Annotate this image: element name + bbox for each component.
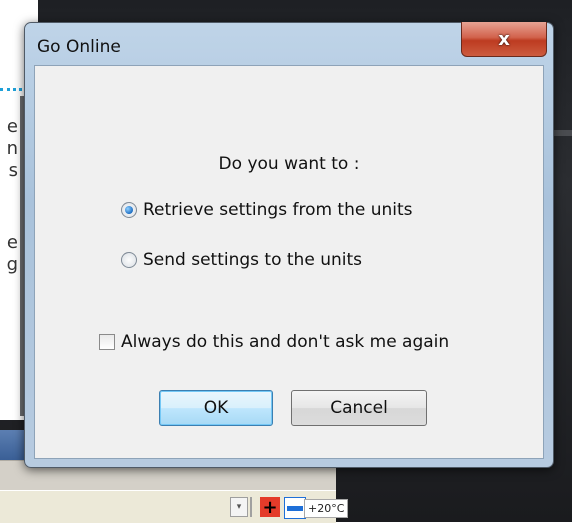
background-text-fragment: s	[8, 160, 18, 181]
background-text-fragment: n	[6, 138, 18, 159]
send-settings-option[interactable]: Send settings to the units	[121, 250, 362, 270]
radio-button[interactable]	[121, 252, 137, 268]
always-do-this-checkbox-row[interactable]: Always do this and don't ask me again	[99, 332, 449, 352]
minus-icon[interactable]	[284, 497, 306, 519]
toolbar-separator	[250, 497, 252, 517]
option-label: Send settings to the units	[143, 250, 362, 270]
cancel-button[interactable]: Cancel	[291, 390, 427, 426]
plus-icon[interactable]: +	[260, 497, 280, 518]
radio-button-checked[interactable]	[121, 202, 137, 218]
question-label: Do you want to :	[218, 154, 360, 174]
close-icon: x	[498, 28, 510, 50]
temperature-field[interactable]: +20°C	[304, 499, 349, 518]
go-online-dialog: Go Online x Do you want to : Retrieve se…	[24, 22, 554, 468]
checkbox-label: Always do this and don't ask me again	[121, 332, 450, 352]
close-button[interactable]: x	[461, 22, 547, 57]
always-checkbox[interactable]	[99, 334, 115, 350]
background-text-fragment: e	[6, 232, 18, 253]
dialog-content: Do you want to : Retrieve settings from …	[34, 65, 544, 459]
background-text-fragment: e	[6, 116, 18, 137]
chevron-down-icon[interactable]: ▾	[230, 497, 248, 517]
retrieve-settings-option[interactable]: Retrieve settings from the units	[121, 200, 413, 220]
background-text-fragment: g	[6, 254, 18, 275]
dialog-title: Go Online	[37, 37, 121, 57]
background-toolbar: ▾ + +20°C	[0, 490, 349, 523]
option-label: Retrieve settings from the units	[143, 200, 413, 220]
ok-button[interactable]: OK	[159, 390, 273, 426]
